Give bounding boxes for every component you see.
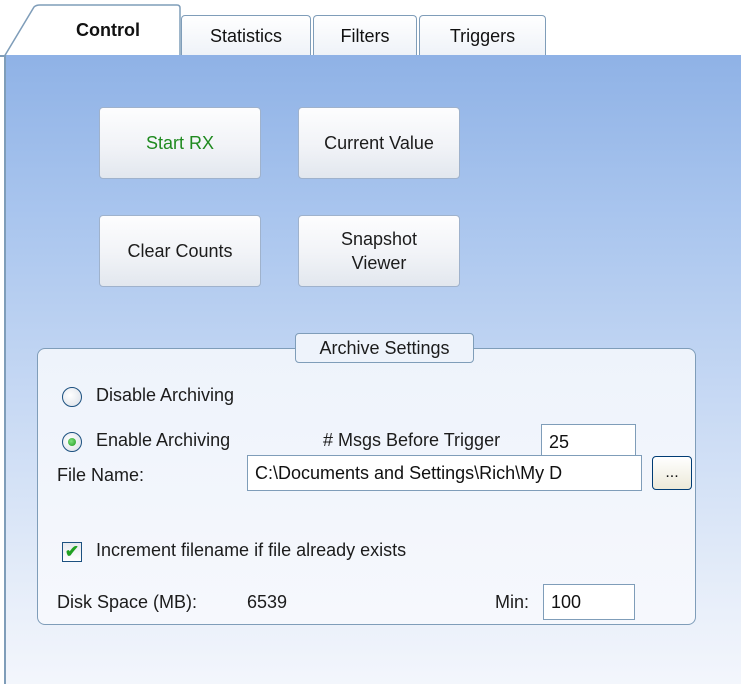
disk-space-value: 6539 <box>247 592 288 612</box>
snapshot-viewer-button[interactable]: Snapshot Viewer <box>298 215 460 287</box>
tab-statistics[interactable]: Statistics <box>181 15 311 56</box>
disk-space-label: Disk Space (MB): <box>57 592 198 612</box>
start-rx-button[interactable]: Start RX <box>99 107 261 179</box>
enable-archiving-radio[interactable] <box>62 432 82 452</box>
clear-counts-button[interactable]: Clear Counts <box>99 215 261 287</box>
disable-archiving-radio[interactable] <box>62 387 82 407</box>
msgs-before-trigger-label: # Msgs Before Trigger <box>323 430 501 450</box>
archive-settings-title: Archive Settings <box>295 333 474 363</box>
increment-filename-checkbox[interactable]: ✔ <box>62 542 82 562</box>
enable-archiving-label[interactable]: Enable Archiving <box>96 430 230 451</box>
file-name-label: File Name: <box>57 465 145 485</box>
tab-control[interactable]: Control <box>35 4 181 56</box>
tab-filters[interactable]: Filters <box>313 15 417 56</box>
min-label: Min: <box>495 592 530 612</box>
browse-file-button[interactable]: ... <box>652 456 692 490</box>
disable-archiving-label[interactable]: Disable Archiving <box>96 385 234 406</box>
file-name-input[interactable]: C:\Documents and Settings\Rich\My D <box>247 455 642 491</box>
current-value-button[interactable]: Current Value <box>298 107 460 179</box>
increment-filename-label[interactable]: Increment filename if file already exist… <box>96 540 406 561</box>
radio-selected-dot <box>68 438 76 446</box>
tab-triggers[interactable]: Triggers <box>419 15 546 56</box>
min-disk-space-input[interactable]: 100 <box>543 584 635 620</box>
